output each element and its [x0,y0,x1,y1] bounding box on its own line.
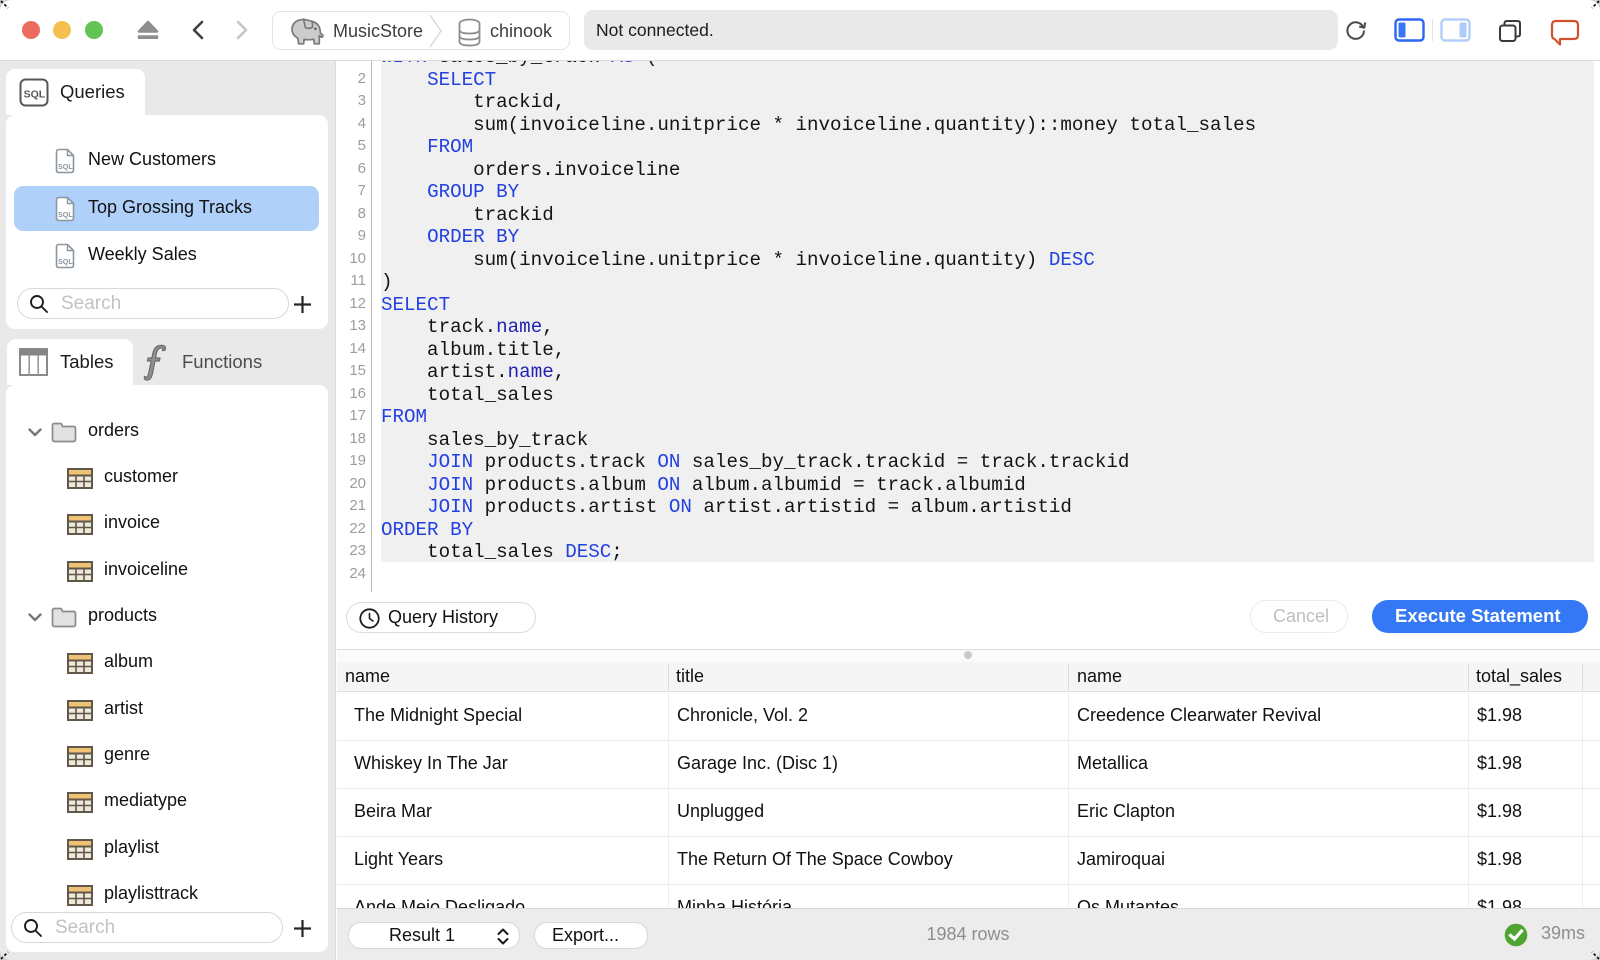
svg-text:SQL: SQL [24,89,46,101]
